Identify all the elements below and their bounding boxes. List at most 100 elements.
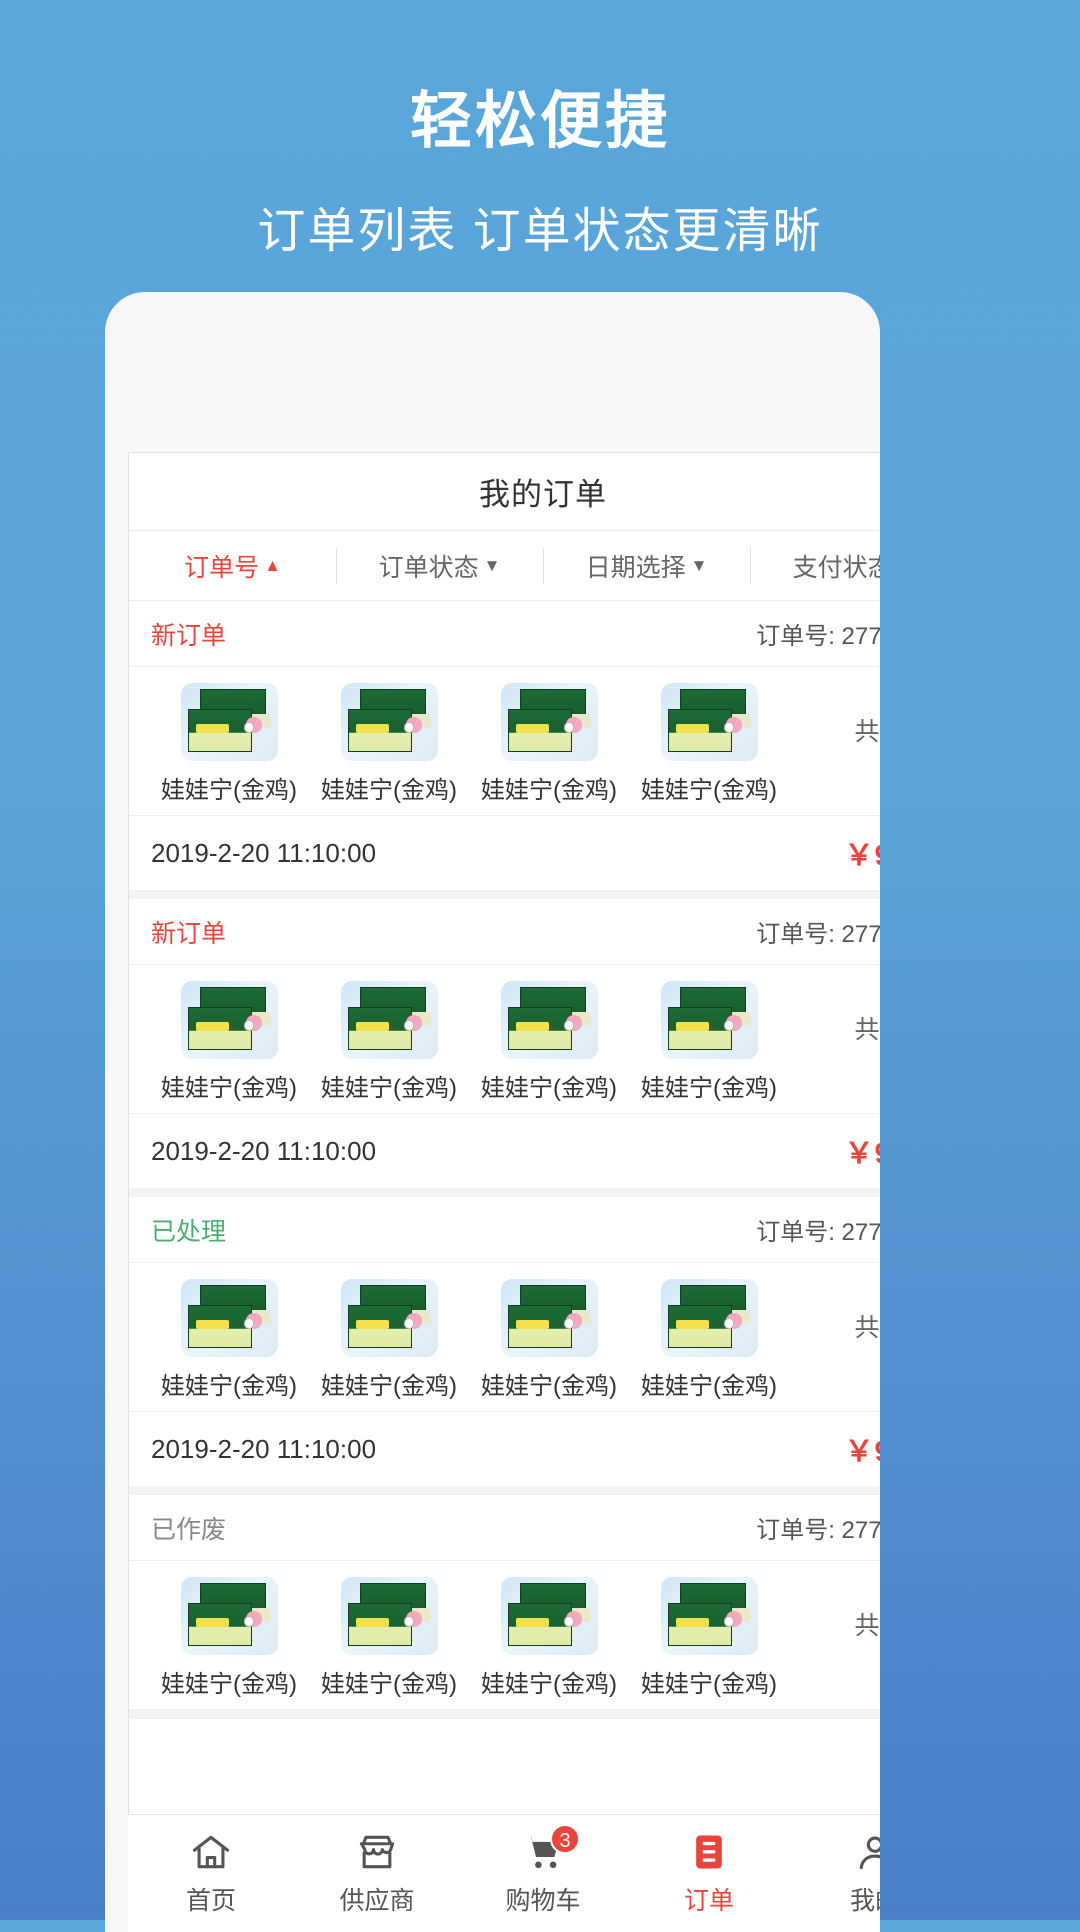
order-card[interactable]: 新订单 订单号: 2772001 娃娃宁(金鸡) 娃娃宁(金鸡) 娃娃宁(金鸡) 娃娃宁(…: [129, 601, 880, 899]
order-number: 订单号: 2772001: [756, 921, 880, 948]
view-all-items-link[interactable]: 共9种>: [854, 1308, 880, 1372]
product-thumbnail[interactable]: [180, 1279, 278, 1357]
product-name: 娃娃宁(金鸡): [641, 777, 777, 804]
product-thumbnail[interactable]: [500, 981, 598, 1059]
product-thumbnail[interactable]: [660, 683, 758, 761]
order-item[interactable]: 娃娃宁(金鸡): [629, 1577, 789, 1699]
order-item[interactable]: 娃娃宁(金鸡): [469, 1577, 629, 1699]
order-list: 新订单订单号: 2772001娃娃宁(金鸡)娃娃宁(金鸡)娃娃宁(金鸡)娃娃宁(…: [129, 601, 880, 1719]
tab-label: 我的: [849, 1887, 880, 1915]
view-all-items-link[interactable]: 共9种>: [854, 1606, 880, 1670]
order-item[interactable]: 娃娃宁(金鸡): [149, 1279, 309, 1401]
order-items-row: 娃娃宁(金鸡) 娃娃宁(金鸡) 娃娃宁(金鸡) 娃娃宁(金鸡) 共9种>: [129, 1561, 880, 1710]
order-item[interactable]: 娃娃宁(金鸡): [149, 683, 309, 805]
order-item[interactable]: 娃娃宁(金鸡): [309, 1577, 469, 1699]
cart-icon: 3: [520, 1824, 580, 1874]
chevron-down-icon: ▼: [690, 556, 708, 575]
tab-label: 供应商: [339, 1887, 415, 1915]
order-item[interactable]: 娃娃宁(金鸡): [469, 981, 629, 1103]
tab-供应商[interactable]: 供应商: [294, 1830, 460, 1917]
order-item[interactable]: 娃娃宁(金鸡): [629, 981, 789, 1103]
order-date: 2019-2-20 11:10:00: [151, 1135, 377, 1166]
filter-label: 支付状态: [792, 553, 880, 582]
order-items-row: 娃娃宁(金鸡) 娃娃宁(金鸡) 娃娃宁(金鸡) 娃娃宁(金鸡) 共9种>: [129, 965, 880, 1114]
order-item[interactable]: 娃娃宁(金鸡): [309, 683, 469, 805]
view-all-items-link[interactable]: 共9种>: [854, 712, 880, 776]
product-thumbnail[interactable]: [180, 683, 278, 761]
order-header: 已作废 订单号: 2772001: [129, 1495, 880, 1561]
order-header: 新订单 订单号: 2772001: [129, 601, 880, 667]
order-item[interactable]: 娃娃宁(金鸡): [469, 683, 629, 805]
product-thumbnail[interactable]: [500, 683, 598, 761]
tab-我的[interactable]: 1 我的: [792, 1830, 880, 1917]
order-item[interactable]: 娃娃宁(金鸡): [469, 1279, 629, 1401]
order-item[interactable]: 娃娃宁(金鸡): [149, 981, 309, 1103]
app-screen: 我的订单 订单号▲订单状态▼日期选择▼支付状态▼ 新订单订单号: 2772001…: [128, 452, 880, 1932]
product-name: 娃娃宁(金鸡): [481, 1075, 617, 1102]
order-footer: 2019-2-20 11:10:00 ￥9.65: [129, 1114, 880, 1188]
product-name: 娃娃宁(金鸡): [481, 1373, 617, 1400]
order-number: 订单号: 2772001: [756, 623, 880, 650]
filter-0[interactable]: 订单号 ▲: [129, 544, 336, 588]
product-thumbnail[interactable]: [500, 1279, 598, 1357]
product-name: 娃娃宁(金鸡): [161, 1075, 297, 1102]
order-footer: 2019-2-20 11:10:00 ￥9.65: [129, 816, 880, 890]
product-thumbnail[interactable]: [340, 1279, 438, 1357]
filter-2[interactable]: 日期选择 ▼: [543, 544, 750, 588]
tab-订单[interactable]: 订单: [626, 1830, 792, 1917]
product-name: 娃娃宁(金鸡): [161, 1671, 297, 1698]
filter-1[interactable]: 订单状态 ▼: [336, 544, 543, 588]
promo-title: 轻松便捷: [409, 87, 670, 156]
promo-header: 轻松便捷 订单列表 订单状态更清晰: [0, 0, 1080, 261]
product-thumbnail[interactable]: [340, 683, 438, 761]
filter-3[interactable]: 支付状态▼: [750, 544, 880, 588]
order-item[interactable]: 娃娃宁(金鸡): [309, 1279, 469, 1401]
product-thumbnail[interactable]: [180, 981, 278, 1059]
user-icon: 1: [852, 1830, 880, 1874]
tab-购物车[interactable]: 3 购物车: [460, 1824, 626, 1917]
order-date: 2019-2-20 11:10:00: [151, 1433, 377, 1464]
order-header: 已处理 订单号: 2772001: [129, 1197, 880, 1263]
tab-label: 首页: [185, 1887, 236, 1915]
product-name: 娃娃宁(金鸡): [481, 1671, 617, 1698]
chevron-down-icon: ▼: [483, 556, 501, 575]
product-thumbnail[interactable]: [660, 981, 758, 1059]
order-price: ￥9.65: [844, 1436, 880, 1468]
order-price: ￥9.65: [844, 840, 880, 872]
order-item[interactable]: 娃娃宁(金鸡): [629, 683, 789, 805]
tab-label: 订单: [683, 1887, 734, 1915]
product-thumbnail[interactable]: [340, 981, 438, 1059]
home-icon: [188, 1830, 234, 1874]
clipboard-icon: [686, 1830, 732, 1874]
product-name: 娃娃宁(金鸡): [161, 777, 297, 804]
status-badge: 已处理: [151, 1217, 227, 1246]
phone-mockup: 我的订单 订单号▲订单状态▼日期选择▼支付状态▼ 新订单订单号: 2772001…: [105, 292, 880, 1932]
tab-label: 购物车: [505, 1887, 581, 1915]
tab-首页[interactable]: 首页: [128, 1830, 294, 1917]
order-number: 订单号: 2772001: [756, 1219, 880, 1246]
order-item[interactable]: 娃娃宁(金鸡): [309, 981, 469, 1103]
order-card[interactable]: 新订单订单号: 2772001娃娃宁(金鸡)娃娃宁(金鸡)娃娃宁(金鸡)娃娃宁(…: [129, 899, 880, 1197]
view-all-items-link[interactable]: 共9种>: [854, 1010, 880, 1074]
product-name: 娃娃宁(金鸡): [321, 1671, 457, 1698]
product-name: 娃娃宁(金鸡): [481, 777, 617, 804]
product-thumbnail[interactable]: [660, 1279, 758, 1357]
status-badge: 新订单: [151, 621, 227, 650]
order-item[interactable]: 娃娃宁(金鸡): [149, 1577, 309, 1699]
bottom-tab-bar: 首页 供应商 3 购物车 订单 1 我的: [128, 1814, 880, 1932]
product-thumbnail[interactable]: [660, 1577, 758, 1655]
product-name: 娃娃宁(金鸡): [321, 1075, 457, 1102]
product-name: 娃娃宁(金鸡): [641, 1671, 777, 1698]
order-card[interactable]: 已处理订单号: 2772001娃娃宁(金鸡)娃娃宁(金鸡)娃娃宁(金鸡)娃娃宁(…: [129, 1197, 880, 1495]
product-thumbnail[interactable]: [180, 1577, 278, 1655]
status-badge: 新订单: [151, 919, 227, 948]
order-item[interactable]: 娃娃宁(金鸡): [629, 1279, 789, 1401]
order-card[interactable]: 已作废订单号: 2772001娃娃宁(金鸡)娃娃宁(金鸡)娃娃宁(金鸡)娃娃宁(…: [129, 1495, 880, 1719]
badge-count: 3: [550, 1824, 580, 1854]
product-name: 娃娃宁(金鸡): [641, 1075, 777, 1102]
product-name: 娃娃宁(金鸡): [321, 777, 457, 804]
order-header: 新订单 订单号: 2772001: [129, 899, 880, 965]
filter-bar: 订单号▲订单状态▼日期选择▼支付状态▼: [129, 531, 880, 601]
product-thumbnail[interactable]: [500, 1577, 598, 1655]
product-thumbnail[interactable]: [340, 1577, 438, 1655]
